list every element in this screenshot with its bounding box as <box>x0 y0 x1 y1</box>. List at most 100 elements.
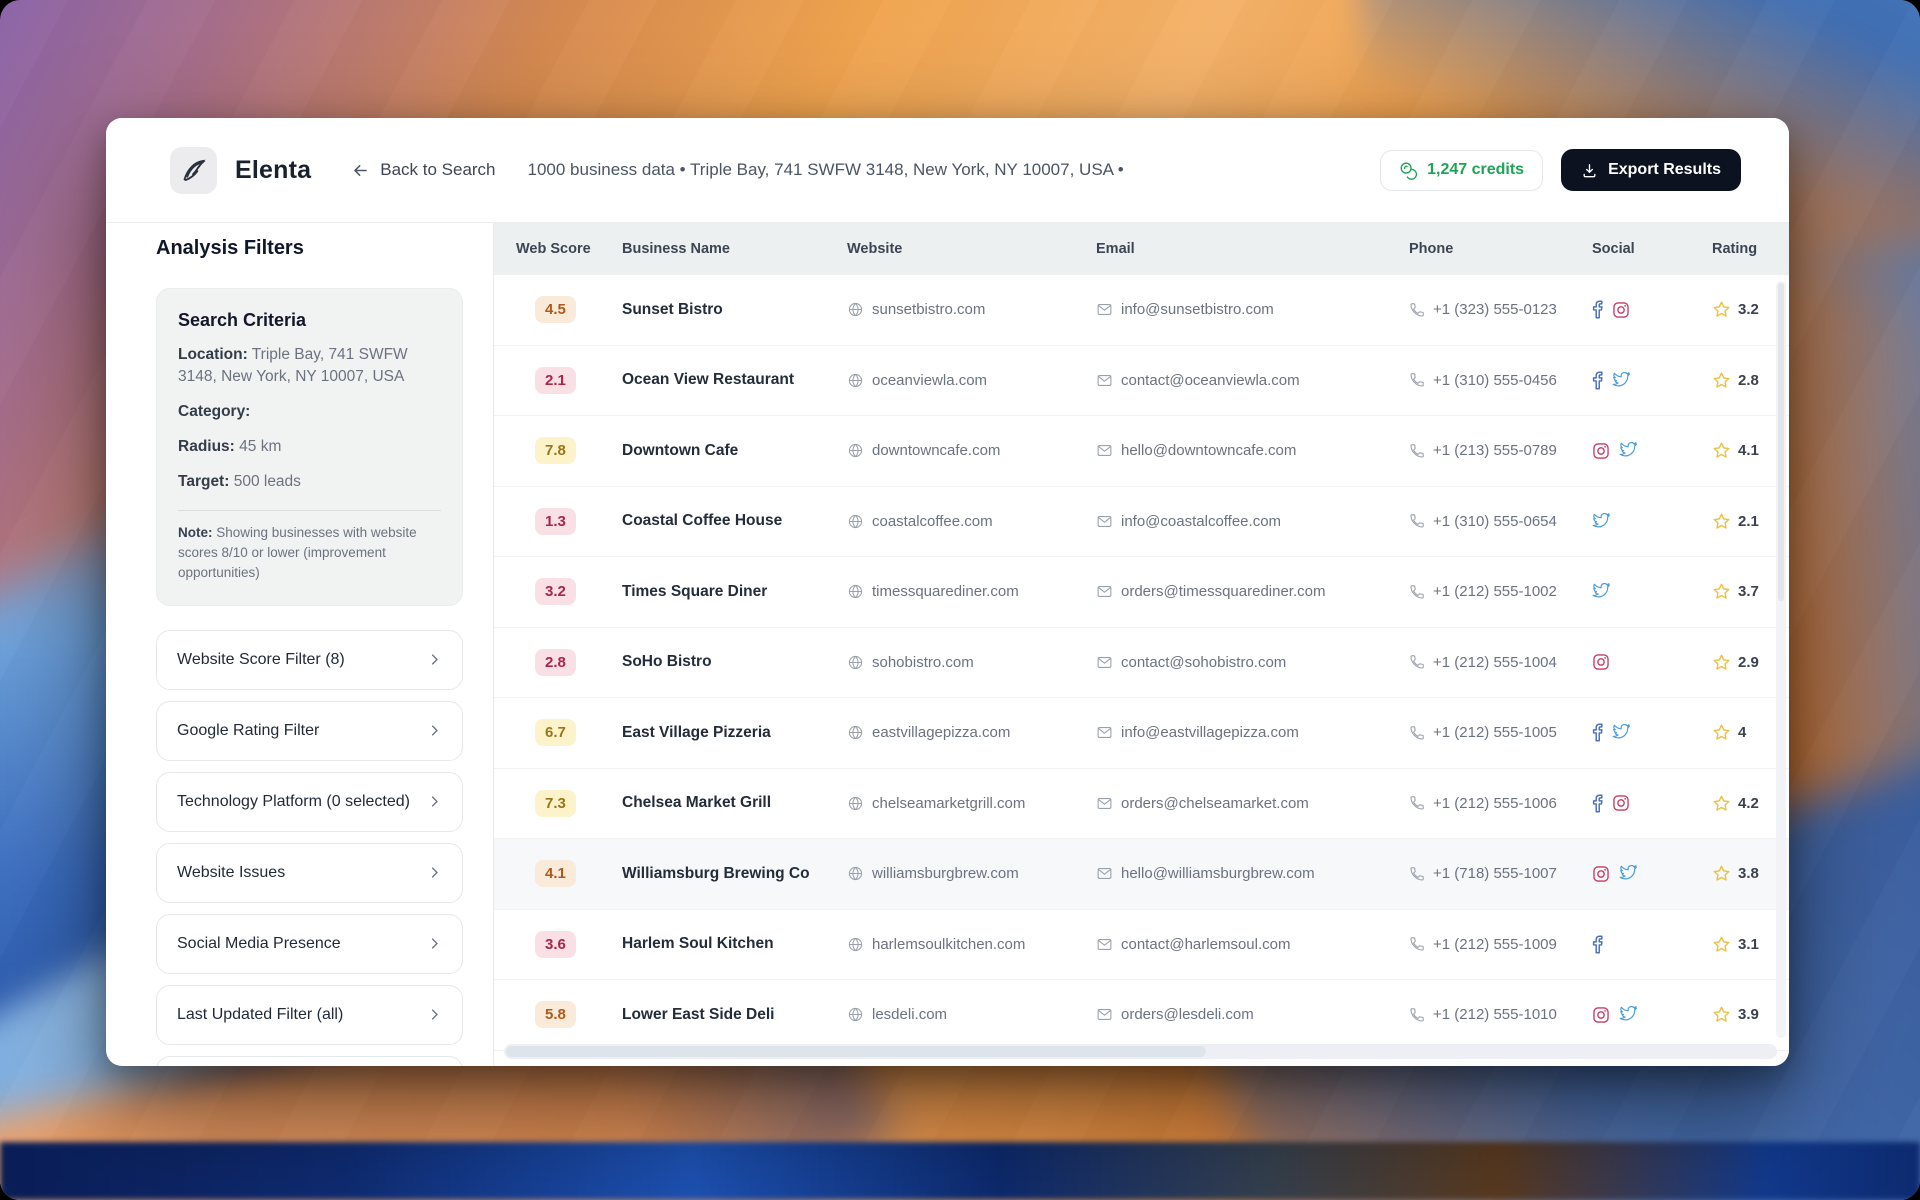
phone-cell[interactable]: +1 (212) 555-1004 <box>1409 654 1592 671</box>
website-link[interactable]: eastvillagepizza.com <box>872 724 1010 741</box>
filter-card-4[interactable]: Website Issues <box>156 842 463 903</box>
website-link[interactable]: coastalcoffee.com <box>872 513 993 530</box>
filter-card-3[interactable]: Technology Platform (0 selected) <box>156 771 463 832</box>
email-link[interactable]: contact@harlemsoul.com <box>1121 936 1290 953</box>
credits-badge[interactable]: 1,247 credits <box>1380 149 1544 191</box>
table-row[interactable]: 3.2 Times Square Diner timessquarediner.… <box>494 557 1789 628</box>
facebook-icon[interactable] <box>1592 300 1603 319</box>
twitter-icon[interactable] <box>1612 724 1631 741</box>
facebook-icon[interactable] <box>1592 723 1603 742</box>
table-row[interactable]: 7.8 Downtown Cafe downtowncafe.com hello… <box>494 416 1789 487</box>
website-cell[interactable]: sohobistro.com <box>847 654 1096 671</box>
website-cell[interactable]: downtowncafe.com <box>847 442 1096 459</box>
twitter-icon[interactable] <box>1619 865 1638 882</box>
website-link[interactable]: downtowncafe.com <box>872 442 1000 459</box>
table-row[interactable]: 4.1 Williamsburg Brewing Co williamsburg… <box>494 839 1789 910</box>
phone-cell[interactable]: +1 (213) 555-0789 <box>1409 442 1592 459</box>
twitter-icon[interactable] <box>1612 371 1631 389</box>
table-row[interactable]: 4.5 Sunset Bistro sunsetbistro.com info@… <box>494 275 1789 346</box>
website-cell[interactable]: chelseamarketgrill.com <box>847 795 1096 812</box>
phone-cell[interactable]: +1 (212) 555-1006 <box>1409 795 1592 812</box>
horizontal-scrollbar-thumb[interactable] <box>506 1046 1207 1057</box>
website-link[interactable]: sunsetbistro.com <box>872 301 985 318</box>
twitter-icon[interactable] <box>1619 442 1638 459</box>
facebook-icon[interactable] <box>1592 371 1603 390</box>
email-cell[interactable]: contact@sohobistro.com <box>1096 654 1409 671</box>
email-cell[interactable]: orders@chelseamarket.com <box>1096 795 1409 812</box>
phone-cell[interactable]: +1 (212) 555-1002 <box>1409 583 1592 600</box>
email-link[interactable]: orders@timessquarediner.com <box>1121 583 1325 600</box>
twitter-icon[interactable] <box>1592 512 1611 530</box>
website-link[interactable]: harlemsoulkitchen.com <box>872 936 1025 953</box>
instagram-icon[interactable] <box>1612 794 1630 812</box>
instagram-icon[interactable] <box>1592 442 1610 460</box>
website-cell[interactable]: oceanviewla.com <box>847 372 1096 389</box>
vertical-scrollbar-track[interactable] <box>1776 281 1786 1038</box>
website-link[interactable]: williamsburgbrew.com <box>872 865 1019 882</box>
website-cell[interactable]: williamsburgbrew.com <box>847 865 1096 882</box>
website-link[interactable]: sohobistro.com <box>872 654 974 671</box>
email-cell[interactable]: contact@oceanviewla.com <box>1096 372 1409 389</box>
phone-cell[interactable]: +1 (323) 555-0123 <box>1409 301 1592 318</box>
filter-card-partial[interactable] <box>156 1055 463 1066</box>
table-row[interactable]: 5.8 Lower East Side Deli lesdeli.com ord… <box>494 980 1789 1051</box>
email-link[interactable]: contact@sohobistro.com <box>1121 654 1286 671</box>
twitter-icon[interactable] <box>1619 1006 1638 1023</box>
back-link[interactable]: Back to Search <box>351 160 496 180</box>
website-link[interactable]: chelseamarketgrill.com <box>872 795 1025 812</box>
phone-cell[interactable]: +1 (718) 555-1007 <box>1409 865 1592 882</box>
website-cell[interactable]: timessquarediner.com <box>847 583 1096 600</box>
email-cell[interactable]: info@coastalcoffee.com <box>1096 513 1409 530</box>
facebook-icon[interactable] <box>1592 935 1603 954</box>
website-cell[interactable]: eastvillagepizza.com <box>847 724 1096 741</box>
email-cell[interactable]: contact@harlemsoul.com <box>1096 936 1409 953</box>
phone-cell[interactable]: +1 (212) 555-1005 <box>1409 724 1592 741</box>
web-score-badge: 3.2 <box>535 578 576 606</box>
email-cell[interactable]: info@eastvillagepizza.com <box>1096 724 1409 741</box>
instagram-icon[interactable] <box>1592 653 1610 671</box>
table-row[interactable]: 1.3 Coastal Coffee House coastalcoffee.c… <box>494 487 1789 557</box>
filter-card-6[interactable]: Last Updated Filter (all) <box>156 984 463 1045</box>
website-link[interactable]: oceanviewla.com <box>872 372 987 389</box>
email-link[interactable]: info@coastalcoffee.com <box>1121 513 1281 530</box>
email-cell[interactable]: orders@lesdeli.com <box>1096 1006 1409 1023</box>
email-cell[interactable]: hello@williamsburgbrew.com <box>1096 865 1409 882</box>
vertical-scrollbar-thumb[interactable] <box>1778 283 1784 601</box>
website-link[interactable]: lesdeli.com <box>872 1006 947 1023</box>
email-cell[interactable]: hello@downtowncafe.com <box>1096 442 1409 459</box>
website-cell[interactable]: lesdeli.com <box>847 1006 1096 1023</box>
phone-cell[interactable]: +1 (310) 555-0456 <box>1409 372 1592 389</box>
email-link[interactable]: hello@williamsburgbrew.com <box>1121 865 1315 882</box>
email-link[interactable]: hello@downtowncafe.com <box>1121 442 1296 459</box>
instagram-icon[interactable] <box>1592 865 1610 883</box>
filter-card-2[interactable]: Google Rating Filter <box>156 700 463 761</box>
horizontal-scrollbar-track[interactable] <box>504 1044 1777 1059</box>
email-link[interactable]: info@sunsetbistro.com <box>1121 301 1274 318</box>
table-row[interactable]: 6.7 East Village Pizzeria eastvillagepiz… <box>494 698 1789 769</box>
website-cell[interactable]: coastalcoffee.com <box>847 513 1096 530</box>
email-cell[interactable]: info@sunsetbistro.com <box>1096 301 1409 318</box>
website-cell[interactable]: sunsetbistro.com <box>847 301 1096 318</box>
phone-icon <box>1410 444 1424 458</box>
twitter-icon[interactable] <box>1592 583 1611 600</box>
filter-card-5[interactable]: Social Media Presence <box>156 913 463 974</box>
export-button[interactable]: Export Results <box>1561 149 1741 191</box>
table-row[interactable]: 2.8 SoHo Bistro sohobistro.com contact@s… <box>494 628 1789 698</box>
phone-cell[interactable]: +1 (212) 555-1010 <box>1409 1006 1592 1023</box>
website-link[interactable]: timessquarediner.com <box>872 583 1019 600</box>
filter-card-1[interactable]: Website Score Filter (8) <box>156 629 463 690</box>
website-cell[interactable]: harlemsoulkitchen.com <box>847 936 1096 953</box>
table-row[interactable]: 3.6 Harlem Soul Kitchen harlemsoulkitche… <box>494 910 1789 980</box>
email-link[interactable]: info@eastvillagepizza.com <box>1121 724 1299 741</box>
email-link[interactable]: contact@oceanviewla.com <box>1121 372 1300 389</box>
phone-cell[interactable]: +1 (212) 555-1009 <box>1409 936 1592 953</box>
instagram-icon[interactable] <box>1592 1006 1610 1024</box>
facebook-icon[interactable] <box>1592 794 1603 813</box>
table-row[interactable]: 7.3 Chelsea Market Grill chelseamarketgr… <box>494 769 1789 839</box>
instagram-icon[interactable] <box>1612 301 1630 319</box>
phone-cell[interactable]: +1 (310) 555-0654 <box>1409 513 1592 530</box>
email-link[interactable]: orders@chelseamarket.com <box>1121 795 1309 812</box>
email-cell[interactable]: orders@timessquarediner.com <box>1096 583 1409 600</box>
email-link[interactable]: orders@lesdeli.com <box>1121 1006 1254 1023</box>
table-row[interactable]: 2.1 Ocean View Restaurant oceanviewla.co… <box>494 346 1789 416</box>
